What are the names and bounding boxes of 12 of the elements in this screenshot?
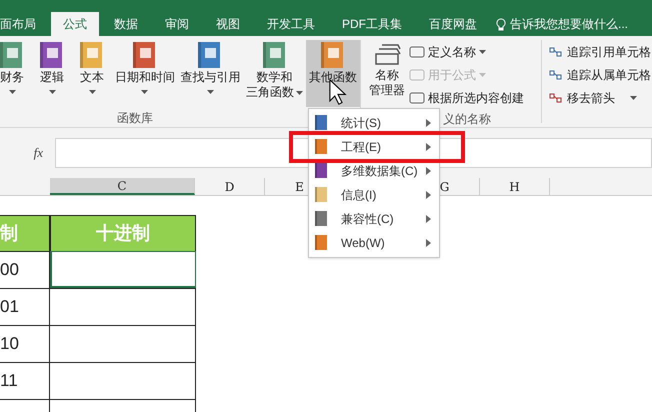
tell-me-placeholder: 告诉我您想要做什么... bbox=[510, 16, 628, 33]
group-label: 函数库 bbox=[116, 110, 154, 127]
button-label: 三角函数 bbox=[246, 85, 294, 100]
button-label: 日期和时间 bbox=[114, 70, 175, 85]
table-header-cell: 十进制 bbox=[50, 215, 196, 251]
button-label: 逻辑 bbox=[40, 70, 64, 85]
button-label: 文本 bbox=[80, 70, 104, 85]
group-label: 义的名称 bbox=[443, 111, 492, 128]
button-label: 其他函数 bbox=[308, 70, 357, 85]
button-label: 查找与引用 bbox=[180, 70, 240, 85]
button-label: 数学和 bbox=[256, 70, 293, 85]
button-label: 财务 bbox=[0, 70, 24, 85]
